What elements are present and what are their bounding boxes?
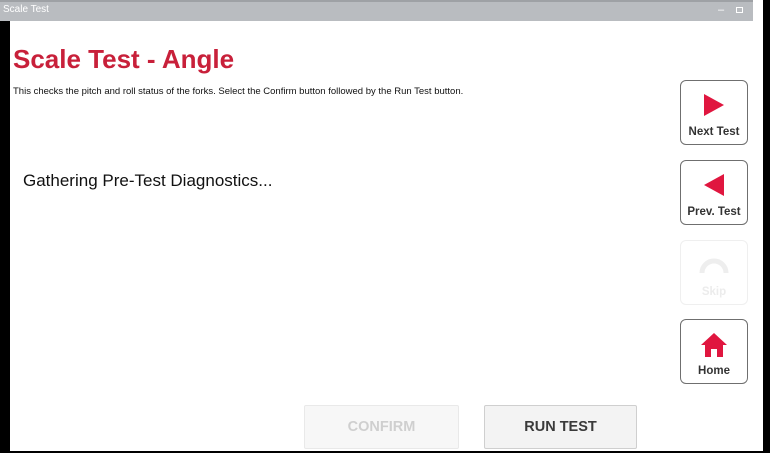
home-button[interactable]: Home <box>680 319 748 384</box>
test-description: This checks the pitch and roll status of… <box>13 86 464 97</box>
skip-label: Skip <box>701 286 727 298</box>
skip-icon <box>699 258 729 274</box>
confirm-button[interactable]: CONFIRM <box>304 405 459 449</box>
home-icon <box>701 333 727 357</box>
next-test-label: Next Test <box>688 126 740 138</box>
next-test-button[interactable]: Next Test <box>680 80 748 145</box>
window-title: Scale Test <box>3 4 49 15</box>
home-label: Home <box>698 365 730 377</box>
skip-button[interactable]: Skip <box>680 240 748 305</box>
play-left-icon <box>704 174 724 196</box>
play-right-icon <box>704 94 724 116</box>
prev-test-button[interactable]: Prev. Test <box>680 160 748 225</box>
maximize-button[interactable] <box>736 7 743 13</box>
page-title: Scale Test - Angle <box>13 44 235 74</box>
prev-test-label: Prev. Test <box>687 206 741 218</box>
minimize-button[interactable]: – <box>718 3 724 17</box>
title-bar[interactable]: Scale Test – <box>0 0 753 21</box>
run-test-button[interactable]: RUN TEST <box>484 405 637 449</box>
status-message: Gathering Pre-Test Diagnostics... <box>23 171 273 190</box>
